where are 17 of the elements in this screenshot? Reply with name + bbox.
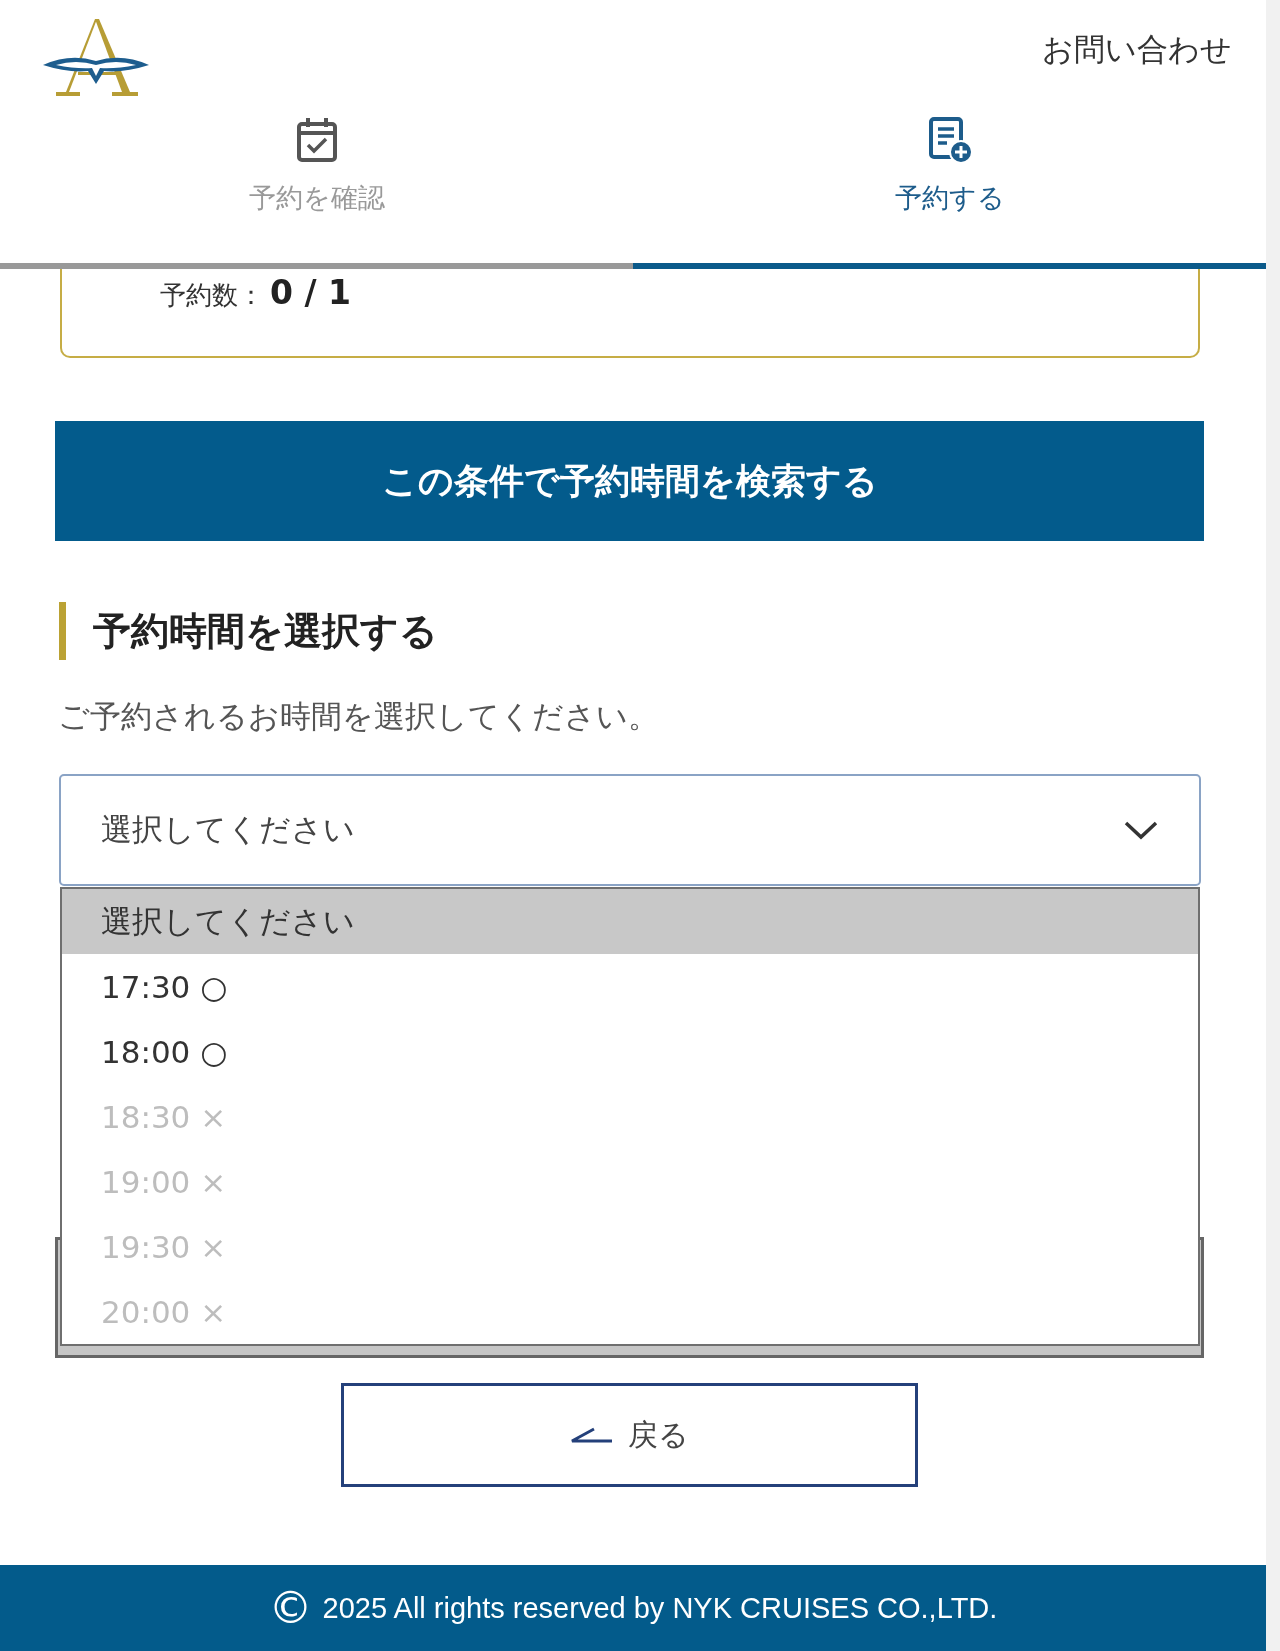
- back-button[interactable]: 戻る: [341, 1383, 918, 1487]
- document-plus-icon: [927, 117, 972, 163]
- dropdown-option[interactable]: 選択してください: [62, 889, 1198, 954]
- dropdown-option[interactable]: 18:00 ○: [62, 1019, 1198, 1084]
- reservation-count-label: 予約数：: [160, 279, 264, 312]
- contact-link[interactable]: お問い合わせ: [1042, 31, 1232, 67]
- time-select-field[interactable]: 選択してください: [59, 774, 1201, 886]
- section-heading: 予約時間を選択する: [59, 602, 1204, 660]
- dropdown-option[interactable]: 17:30 ○: [62, 954, 1198, 1019]
- reservation-count-value: 0 / 1: [270, 273, 351, 312]
- chevron-down-icon: [1124, 820, 1158, 840]
- calendar-check-icon: [294, 117, 339, 163]
- section-description: ご予約されるお時間を選択してください。: [58, 697, 660, 736]
- copyright-text: 2025 All rights reserved by NYK CRUISES CO.,LTD.: [322, 1591, 998, 1625]
- search-button[interactable]: この条件で予約時間を検索する: [55, 421, 1204, 541]
- copyright-symbol: ©: [268, 1583, 313, 1633]
- bird-logo-icon: [42, 18, 150, 98]
